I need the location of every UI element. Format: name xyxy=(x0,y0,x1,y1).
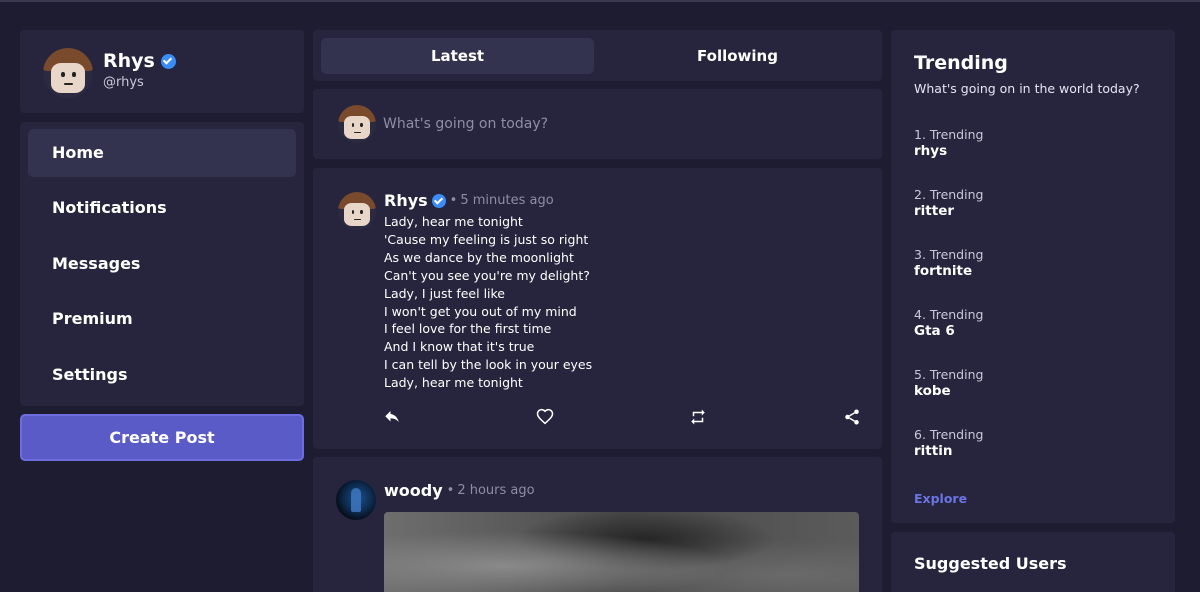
post-line: I won't get you out of my mind xyxy=(384,303,577,319)
trending-panel: Trending What's going on in the world to… xyxy=(891,30,1175,523)
trending-rank: 3. Trending xyxy=(914,247,984,262)
sidebar-nav: Home Notifications Messages Premium Sett… xyxy=(20,122,304,406)
post-line: Can't you see you're my delight? xyxy=(384,267,590,283)
trending-item[interactable]: 5. Trending kobe xyxy=(914,367,983,400)
tab-following[interactable]: Following xyxy=(601,38,874,74)
trending-topic: Gta 6 xyxy=(914,323,955,339)
feed-tabs: Latest Following xyxy=(313,30,882,81)
post-card: woody • 2 hours ago xyxy=(313,457,882,592)
post-line: I feel love for the first time xyxy=(384,321,552,337)
post-line: I can tell by the look in your eyes xyxy=(384,357,593,373)
profile-name-row: Rhys xyxy=(103,50,176,72)
sidebar-item-label: Messages xyxy=(52,254,141,273)
post-line: 'Cause my feeling is just so right xyxy=(384,231,589,247)
separator-dot: • xyxy=(446,483,455,498)
trending-rank: 5. Trending xyxy=(914,367,984,382)
tab-latest[interactable]: Latest xyxy=(321,38,594,74)
compose-input[interactable] xyxy=(383,112,853,136)
trending-title: Trending xyxy=(914,52,1008,74)
post-image[interactable] xyxy=(384,512,859,592)
post-line: And I know that it's true xyxy=(384,339,535,355)
trending-rank: 4. Trending xyxy=(914,307,984,322)
post-card: Rhys • 5 minutes ago Lady, hear me tonight… xyxy=(313,168,882,449)
explore-link[interactable]: Explore xyxy=(914,491,967,506)
post-timestamp: 2 hours ago xyxy=(457,483,535,498)
profile-handle: @rhys xyxy=(103,75,144,90)
trending-item[interactable]: 2. Trending ritter xyxy=(914,187,983,220)
sidebar-item-label: Settings xyxy=(52,365,128,384)
post-timestamp: 5 minutes ago xyxy=(460,193,554,208)
avatar[interactable] xyxy=(338,192,376,230)
avatar[interactable] xyxy=(43,48,93,98)
verified-badge-icon xyxy=(431,193,446,208)
suggested-users-panel: Suggested Users xyxy=(891,532,1175,592)
sidebar-item-home[interactable]: Home xyxy=(28,129,296,177)
trending-rank: 1. Trending xyxy=(914,127,984,142)
create-post-button[interactable]: Create Post xyxy=(20,414,304,461)
post-composer xyxy=(313,89,882,159)
share-icon[interactable] xyxy=(843,408,863,428)
post-line: Lady, hear me tonight xyxy=(384,375,523,391)
trending-topic: rittin xyxy=(914,443,953,459)
trending-subtitle: What's going on in the world today? xyxy=(914,81,1140,96)
window-top-border xyxy=(0,0,1200,2)
post-header: Rhys • 5 minutes ago xyxy=(384,190,554,210)
repost-icon[interactable] xyxy=(689,408,709,428)
trending-item[interactable]: 3. Trending fortnite xyxy=(914,247,983,280)
post-author[interactable]: woody xyxy=(384,481,443,500)
verified-badge-icon xyxy=(160,54,176,69)
trending-rank: 2. Trending xyxy=(914,187,984,202)
heart-icon[interactable] xyxy=(536,408,556,428)
trending-topic: ritter xyxy=(914,203,955,219)
post-body: Lady, hear me tonight 'Cause my feeling … xyxy=(384,213,844,392)
trending-rank: 6. Trending xyxy=(914,427,984,442)
trending-item[interactable]: 6. Trending rittin xyxy=(914,427,983,460)
sidebar-item-premium[interactable]: Premium xyxy=(28,295,296,343)
sidebar-item-messages[interactable]: Messages xyxy=(28,240,296,288)
sidebar-item-label: Premium xyxy=(52,309,133,328)
avatar[interactable] xyxy=(336,480,376,520)
trending-topic: rhys xyxy=(914,143,948,159)
sidebar-item-settings[interactable]: Settings xyxy=(28,351,296,399)
trending-topic: fortnite xyxy=(914,263,973,279)
trending-topic: kobe xyxy=(914,383,951,399)
post-author[interactable]: Rhys xyxy=(384,191,428,210)
separator-dot: • xyxy=(449,193,458,208)
sidebar-item-notifications[interactable]: Notifications xyxy=(28,184,296,232)
trending-item[interactable]: 1. Trending rhys xyxy=(914,127,983,160)
post-line: As we dance by the moonlight xyxy=(384,249,574,265)
trending-item[interactable]: 4. Trending Gta 6 xyxy=(914,307,983,340)
post-line: Lady, hear me tonight xyxy=(384,214,523,229)
post-line: Lady, I just feel like xyxy=(384,285,506,301)
profile-name: Rhys xyxy=(103,50,155,72)
sidebar-item-label: Home xyxy=(52,143,104,162)
post-header: woody • 2 hours ago xyxy=(384,480,535,500)
avatar xyxy=(338,105,376,143)
suggested-users-title: Suggested Users xyxy=(914,554,1067,573)
reply-icon[interactable] xyxy=(383,408,403,428)
profile-card[interactable]: Rhys @rhys xyxy=(20,30,304,113)
sidebar-item-label: Notifications xyxy=(52,198,167,217)
